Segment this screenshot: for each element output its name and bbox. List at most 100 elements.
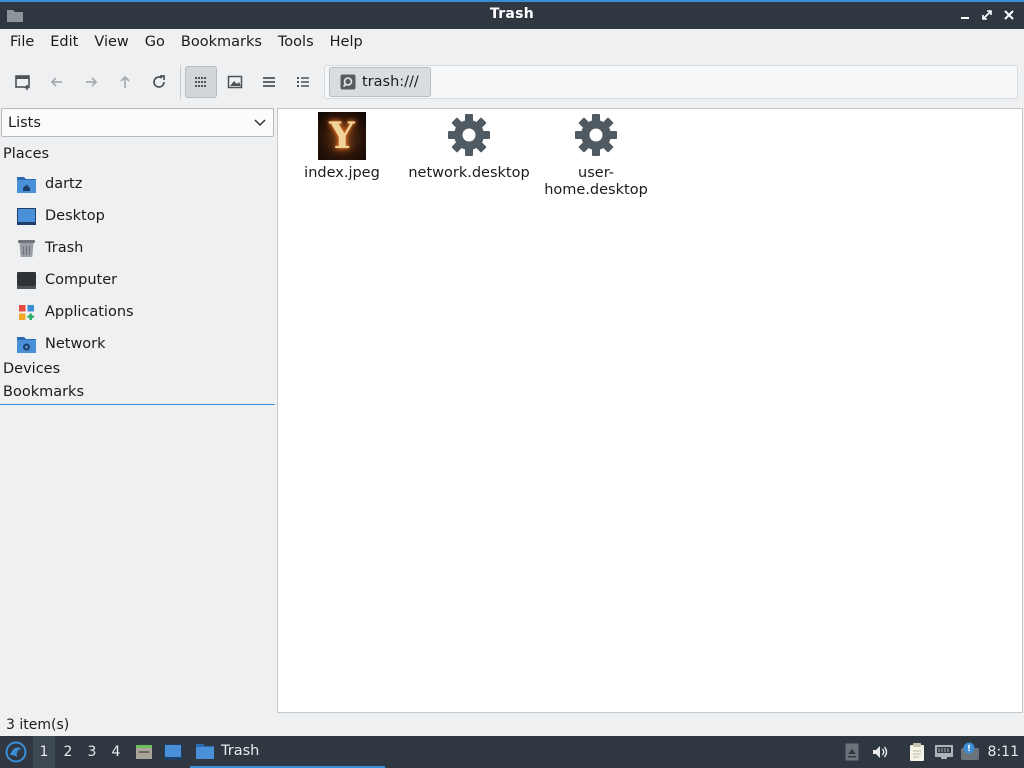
start-menu-button[interactable] — [2, 736, 30, 768]
new-tab-icon — [15, 75, 30, 90]
place-label: Trash — [45, 240, 84, 256]
side-pane-mode-value: Lists — [8, 114, 41, 131]
menu-bar: File Edit View Go Bookmarks Tools Help — [0, 29, 1024, 56]
place-label: Desktop — [45, 208, 105, 224]
place-item-network[interactable]: Network — [16, 330, 106, 358]
icon-view-button[interactable] — [185, 66, 217, 98]
maximize-icon — [982, 10, 992, 20]
back-arrow-icon — [50, 77, 62, 87]
close-button[interactable] — [1000, 6, 1018, 24]
tray-up-icon — [845, 743, 859, 761]
notification-icon — [961, 742, 979, 760]
lxqt-logo-icon — [5, 741, 27, 763]
path-bar: trash:/// — [324, 65, 1018, 99]
minimize-icon — [961, 17, 969, 19]
maximize-button[interactable] — [978, 6, 996, 24]
places-header[interactable]: Places — [3, 146, 49, 162]
reload-icon — [153, 75, 165, 88]
tray-expand-button[interactable] — [843, 736, 861, 768]
devices-header[interactable]: Devices — [3, 361, 60, 377]
gear-icon — [575, 114, 617, 156]
toolbar-separator — [180, 65, 181, 99]
side-pane: Lists Places dartz Desktop Trash Compute… — [0, 108, 276, 710]
menu-bookmarks[interactable]: Bookmarks — [173, 29, 270, 56]
detailed-list-view-button[interactable] — [287, 66, 319, 98]
place-item-applications[interactable]: Applications — [16, 298, 134, 326]
taskbar: 1 2 3 4 Trash 8:11 — [0, 736, 1024, 768]
path-button-trash[interactable]: trash:/// — [329, 67, 431, 97]
computer-icon — [16, 270, 37, 291]
compact-view-button[interactable] — [253, 66, 285, 98]
file-manager-icon — [136, 745, 152, 759]
folder-icon — [196, 743, 214, 759]
trash-icon — [16, 238, 37, 259]
forward-arrow-icon — [86, 77, 98, 87]
desktop-icon — [16, 206, 37, 227]
file-manager-launcher[interactable] — [132, 736, 156, 768]
bookmarks-header[interactable]: Bookmarks — [3, 384, 84, 400]
file-name-line-1: user- — [578, 165, 614, 181]
place-item-home[interactable]: dartz — [16, 170, 82, 198]
volume-button[interactable] — [869, 736, 891, 768]
image-thumbnail: Y — [318, 112, 366, 160]
menu-edit[interactable]: Edit — [42, 29, 86, 56]
place-label: Applications — [45, 304, 134, 320]
clipboard-icon — [910, 743, 924, 761]
new-tab-button[interactable] — [7, 66, 39, 98]
file-view[interactable]: Y index.jpeg network.desktop user- home.… — [277, 108, 1023, 713]
menu-go[interactable]: Go — [137, 29, 173, 56]
place-item-trash[interactable]: Trash — [16, 234, 83, 262]
menu-file[interactable]: File — [2, 29, 42, 56]
toolbar: trash:/// — [0, 60, 1024, 104]
reload-button[interactable] — [143, 66, 175, 98]
search-icon — [340, 74, 356, 90]
file-name: network.desktop — [408, 165, 530, 181]
menu-help[interactable]: Help — [322, 29, 371, 56]
menu-view[interactable]: View — [86, 29, 136, 56]
clock[interactable]: 8:11 — [988, 736, 1019, 768]
menu-tools[interactable]: Tools — [270, 29, 322, 56]
applications-icon — [16, 302, 37, 323]
desktop-icon — [164, 744, 182, 760]
network-wired-icon — [935, 745, 953, 759]
thumbnail-view-button[interactable] — [219, 66, 251, 98]
network-button[interactable] — [933, 736, 955, 768]
path-text: trash:/// — [362, 74, 419, 90]
place-item-computer[interactable]: Computer — [16, 266, 117, 294]
show-desktop-button[interactable] — [161, 736, 185, 768]
place-item-desktop[interactable]: Desktop — [16, 202, 105, 230]
workspace-1[interactable]: 1 — [33, 736, 55, 768]
up-button[interactable] — [109, 66, 141, 98]
thumbnail-view-icon — [227, 75, 243, 89]
workspace-4[interactable]: 4 — [105, 736, 127, 768]
place-label: Network — [45, 336, 106, 352]
workspace-2[interactable]: 2 — [57, 736, 79, 768]
file-name: index.jpeg — [304, 165, 380, 181]
up-arrow-icon — [120, 75, 130, 88]
clipboard-button[interactable] — [905, 736, 929, 768]
volume-icon — [873, 746, 888, 758]
compact-view-icon — [263, 77, 275, 87]
file-name-line-2: home.desktop — [544, 182, 648, 198]
detailed-list-view-icon — [297, 77, 309, 87]
taskbar-window-label: Trash — [221, 743, 260, 759]
file-item-network-desktop[interactable]: network.desktop — [407, 112, 531, 182]
file-item-index-jpeg[interactable]: Y index.jpeg — [280, 112, 404, 182]
window-title: Trash — [489, 6, 535, 22]
close-icon — [1004, 10, 1014, 20]
minimize-button[interactable] — [956, 6, 974, 24]
chevron-down-icon — [254, 119, 266, 127]
back-button[interactable] — [41, 66, 73, 98]
taskbar-window-trash[interactable]: Trash — [190, 736, 385, 768]
place-label: Computer — [45, 272, 118, 288]
gear-icon — [448, 114, 490, 156]
side-pane-mode-select[interactable]: Lists — [1, 108, 274, 137]
bookmarks-divider — [0, 404, 275, 405]
forward-button[interactable] — [75, 66, 107, 98]
file-item-user-home-desktop[interactable]: user- home.desktop — [534, 112, 658, 199]
notifications-button[interactable] — [958, 736, 982, 768]
network-folder-icon — [16, 334, 37, 355]
icon-view-icon — [195, 77, 206, 87]
status-bar-text: 3 item(s) — [6, 717, 70, 733]
workspace-3[interactable]: 3 — [81, 736, 103, 768]
